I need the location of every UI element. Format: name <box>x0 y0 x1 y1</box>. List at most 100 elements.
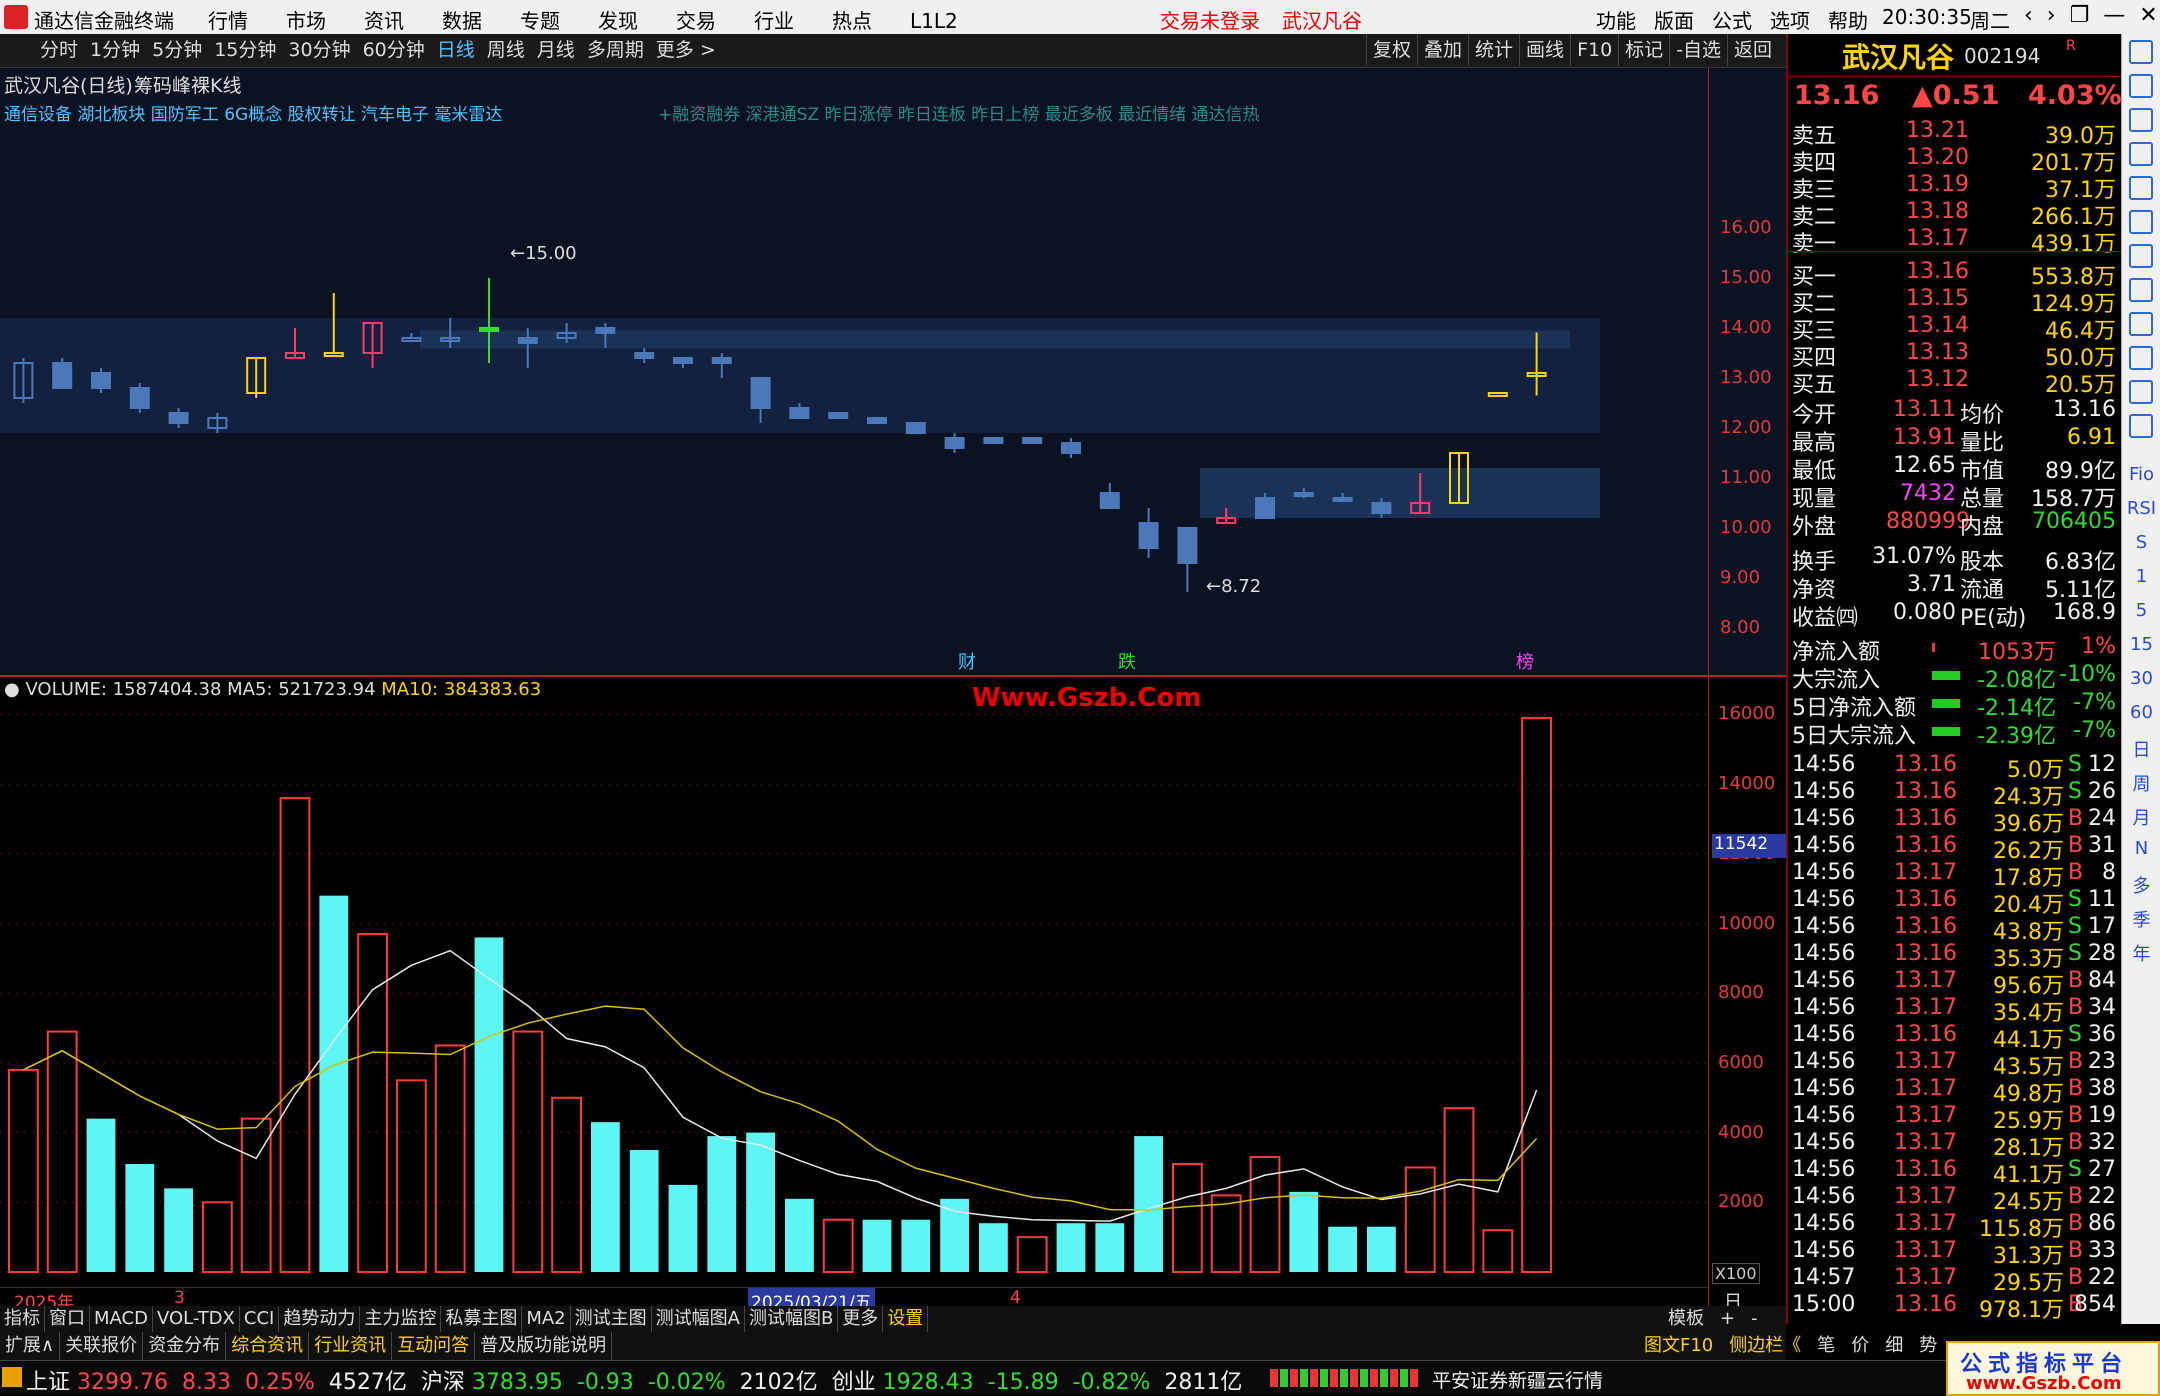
book-row[interactable]: 卖一 13.17 439.1万 <box>1792 226 2118 257</box>
volume-bar[interactable] <box>940 1198 969 1272</box>
volume-bar[interactable] <box>1095 1223 1125 1272</box>
period-tab-5[interactable]: 60分钟 <box>357 34 431 66</box>
indicator-tab-6[interactable]: 主力监控 <box>360 1306 442 1332</box>
candle[interactable] <box>1022 437 1043 444</box>
volume-bar[interactable] <box>1172 1162 1203 1273</box>
period-tab-7[interactable]: 周线 <box>481 34 531 66</box>
window-controls[interactable]: ‹ › ❐ — ✕ <box>2024 3 2158 28</box>
candle[interactable] <box>1177 527 1198 592</box>
tick-row[interactable]: 14:56 13.16 39.6万 B 24 <box>1792 806 2118 837</box>
sidebar-item-11[interactable]: N <box>2122 838 2160 859</box>
period-tab-0[interactable]: 分时 <box>34 34 84 66</box>
candle[interactable] <box>1099 483 1120 509</box>
tick-row[interactable]: 14:56 13.17 95.6万 B 84 <box>1792 968 2118 999</box>
volume-bar[interactable] <box>1056 1223 1086 1272</box>
sidebar-tool-icon[interactable] <box>2129 312 2153 336</box>
chart-toolbar[interactable]: 复权 叠加 统计 画线 F10 标记 -自选 返回 <box>1366 34 1778 66</box>
volume-bar[interactable] <box>591 1122 620 1272</box>
ext-tab-3[interactable]: 综合资讯 <box>226 1332 310 1360</box>
sidebar-tool-icon[interactable] <box>2129 414 2153 438</box>
indicator-tab-0[interactable]: 指标 <box>0 1306 45 1332</box>
sidebar-tool-icon[interactable] <box>2129 176 2153 200</box>
toolbar-3[interactable]: 画线 <box>1519 34 1570 66</box>
template-controls[interactable]: 模板 + - <box>1660 1306 1766 1332</box>
menu-1[interactable]: 市场 <box>286 9 326 33</box>
toolbar-0[interactable]: 复权 <box>1366 34 1417 66</box>
sidebar-tool-icon[interactable] <box>2129 244 2153 268</box>
book-row[interactable]: 买二 13.15 124.9万 <box>1792 286 2118 317</box>
toolbar-2[interactable]: 统计 <box>1468 34 1519 66</box>
candle[interactable] <box>129 383 150 413</box>
index-quotes[interactable]: 上证 3299.76 8.33 0.25% 4527亿 沪深 3783.95 -… <box>26 1364 1242 1396</box>
indicator-tab-11[interactable]: 测试幅图B <box>745 1306 839 1332</box>
sidebar-item-4[interactable]: 5 <box>2122 600 2160 621</box>
menu-2[interactable]: 资讯 <box>364 9 404 33</box>
menu-3[interactable]: 数据 <box>442 9 482 33</box>
tick-row[interactable]: 14:56 13.16 5.0万 S 12 <box>1792 752 2118 783</box>
candle[interactable] <box>828 412 849 419</box>
volume-bar[interactable] <box>86 1118 116 1272</box>
volume-bar[interactable] <box>512 1030 544 1273</box>
volume-bar[interactable] <box>862 1219 892 1272</box>
sidebar-tool-icon[interactable] <box>2129 142 2153 166</box>
menu-9[interactable]: L1L2 <box>910 9 958 33</box>
toolbar-6[interactable]: -自选 <box>1669 34 1727 66</box>
volume-bar[interactable] <box>668 1184 698 1272</box>
tick-row[interactable]: 14:56 13.17 31.3万 B 33 <box>1792 1238 2118 1269</box>
volume-bar[interactable] <box>1404 1166 1436 1274</box>
candle[interactable] <box>52 358 73 389</box>
right-menu-1[interactable]: 版面 <box>1654 9 1694 33</box>
candle[interactable] <box>983 437 1004 444</box>
volume-bar[interactable] <box>125 1163 155 1272</box>
volume-bar[interactable] <box>822 1218 854 1274</box>
sidebar-item-5[interactable]: 15 <box>2122 634 2160 655</box>
sidebar-item-6[interactable]: 30 <box>2122 668 2160 689</box>
volume-bar[interactable] <box>1210 1194 1242 1273</box>
ext-tab-2[interactable]: 资金分布 <box>143 1332 227 1360</box>
volume-bar[interactable] <box>551 1096 583 1273</box>
book-row[interactable]: 买五 13.12 20.5万 <box>1792 367 2118 398</box>
ext-tab-6[interactable]: 普及版功能说明 <box>475 1332 613 1360</box>
tick-row[interactable]: 15:00 13.16 978.1万 B 854 <box>1792 1292 2118 1323</box>
volume-bar[interactable] <box>8 1068 39 1273</box>
sidebar-item-12[interactable]: 多 <box>2122 872 2160 898</box>
menu-6[interactable]: 交易 <box>676 9 716 33</box>
ext-right-5[interactable]: 势 <box>1911 1332 1945 1360</box>
tick-row[interactable]: 14:56 13.16 35.3万 S 28 <box>1792 941 2118 972</box>
indicator-tab-3[interactable]: VOL-TDX <box>153 1306 240 1332</box>
period-tab-2[interactable]: 5分钟 <box>146 34 208 66</box>
template-btn-0[interactable]: 模板 <box>1660 1306 1712 1332</box>
sidebar-item-8[interactable]: 日 <box>2122 736 2160 762</box>
sidebar-item-14[interactable]: 年 <box>2122 940 2160 966</box>
volume-bar[interactable] <box>319 895 349 1272</box>
ext-right-2[interactable]: 笔 <box>1809 1332 1843 1360</box>
sidebar-item-13[interactable]: 季 <box>2122 906 2160 932</box>
sidebar-item-10[interactable]: 月 <box>2122 804 2160 830</box>
candle[interactable] <box>1138 508 1159 558</box>
menu-8[interactable]: 热点 <box>832 9 872 33</box>
tick-row[interactable]: 14:56 13.17 43.5万 B 23 <box>1792 1049 2118 1080</box>
right-menu-2[interactable]: 公式 <box>1712 9 1752 33</box>
sidebar-item-7[interactable]: 60 <box>2122 702 2160 723</box>
tick-list[interactable]: 14:56 13.16 5.0万 S 12 14:56 13.16 24.3万 S 26 14:56… <box>1788 752 2123 1323</box>
tick-row[interactable]: 14:56 13.17 49.8万 B 38 <box>1792 1076 2118 1107</box>
indicator-tab-12[interactable]: 更多 <box>838 1306 884 1332</box>
candle[interactable] <box>944 433 965 453</box>
template-btn-2[interactable]: - <box>1743 1306 1766 1332</box>
ext-right-4[interactable]: 细 <box>1877 1332 1911 1360</box>
book-row[interactable]: 买一 13.16 553.8万 <box>1792 259 2118 290</box>
toolbar-4[interactable]: F10 <box>1570 34 1618 66</box>
book-row[interactable]: 卖五 13.21 39.0万 <box>1792 118 2118 149</box>
volume-bar[interactable] <box>1289 1191 1319 1272</box>
ext-right-1[interactable]: 侧边栏《 <box>1721 1332 1809 1360</box>
indicator-tab-8[interactable]: MA2 <box>522 1306 571 1332</box>
sidebar-tool-icon[interactable] <box>2129 74 2153 98</box>
indicator-tab-13[interactable]: 设置 <box>883 1306 929 1332</box>
right-icon-bar[interactable]: Fio RSI S 1 5 15 30 60 日周月 N 多季年 <box>2121 34 2160 1324</box>
tick-row[interactable]: 14:56 13.17 24.5万 B 22 <box>1792 1184 2118 1215</box>
book-row[interactable]: 买三 13.14 46.4万 <box>1792 313 2118 344</box>
ext-tabs-right[interactable]: 图文F10 侧边栏《笔价细势 <box>1636 1332 1945 1360</box>
tick-row[interactable]: 14:56 13.17 35.4万 B 34 <box>1792 995 2118 1026</box>
ext-right-3[interactable]: 价 <box>1843 1332 1877 1360</box>
sidebar-item-9[interactable]: 周 <box>2122 770 2160 796</box>
